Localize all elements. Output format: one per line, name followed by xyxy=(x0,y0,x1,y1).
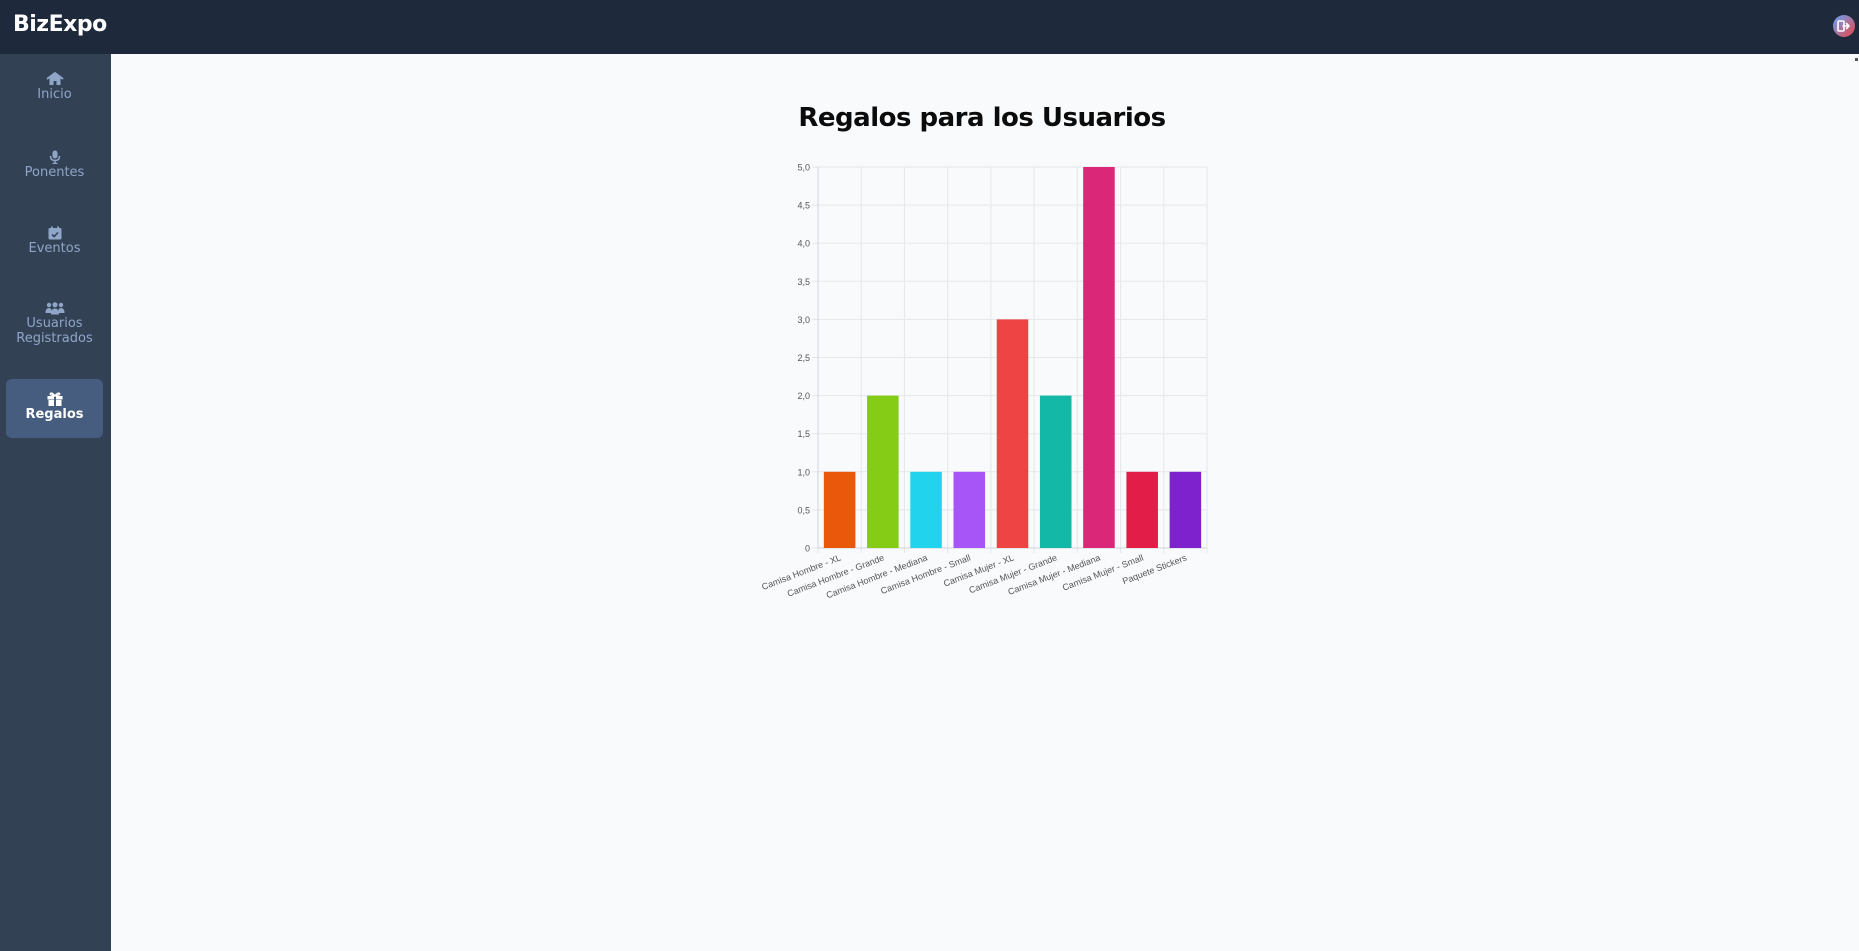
bar xyxy=(867,395,899,548)
y-tick-label: 4,5 xyxy=(797,201,810,211)
bar xyxy=(823,471,856,548)
y-tick-label: 2,5 xyxy=(797,353,810,363)
y-tick-label: 1,0 xyxy=(797,467,810,477)
bar xyxy=(1083,167,1115,548)
y-tick-label: 0 xyxy=(805,544,810,554)
y-tick-label: 3,5 xyxy=(797,277,810,287)
y-tick-label: 3,0 xyxy=(797,315,810,325)
bar-chart: 00,51,01,52,02,53,03,54,04,55,0Camisa Ho… xyxy=(760,163,1208,600)
bar xyxy=(996,319,1029,548)
bar xyxy=(1039,395,1072,548)
y-tick-label: 0,5 xyxy=(797,505,810,515)
bar xyxy=(1169,471,1202,548)
y-tick-label: 2,0 xyxy=(797,391,810,401)
y-tick-label: 1,5 xyxy=(797,429,810,439)
bar xyxy=(1126,471,1158,548)
y-tick-label: 4,0 xyxy=(797,239,810,249)
bar xyxy=(910,471,942,548)
y-tick-label: 5,0 xyxy=(797,163,810,173)
bar xyxy=(953,471,986,548)
